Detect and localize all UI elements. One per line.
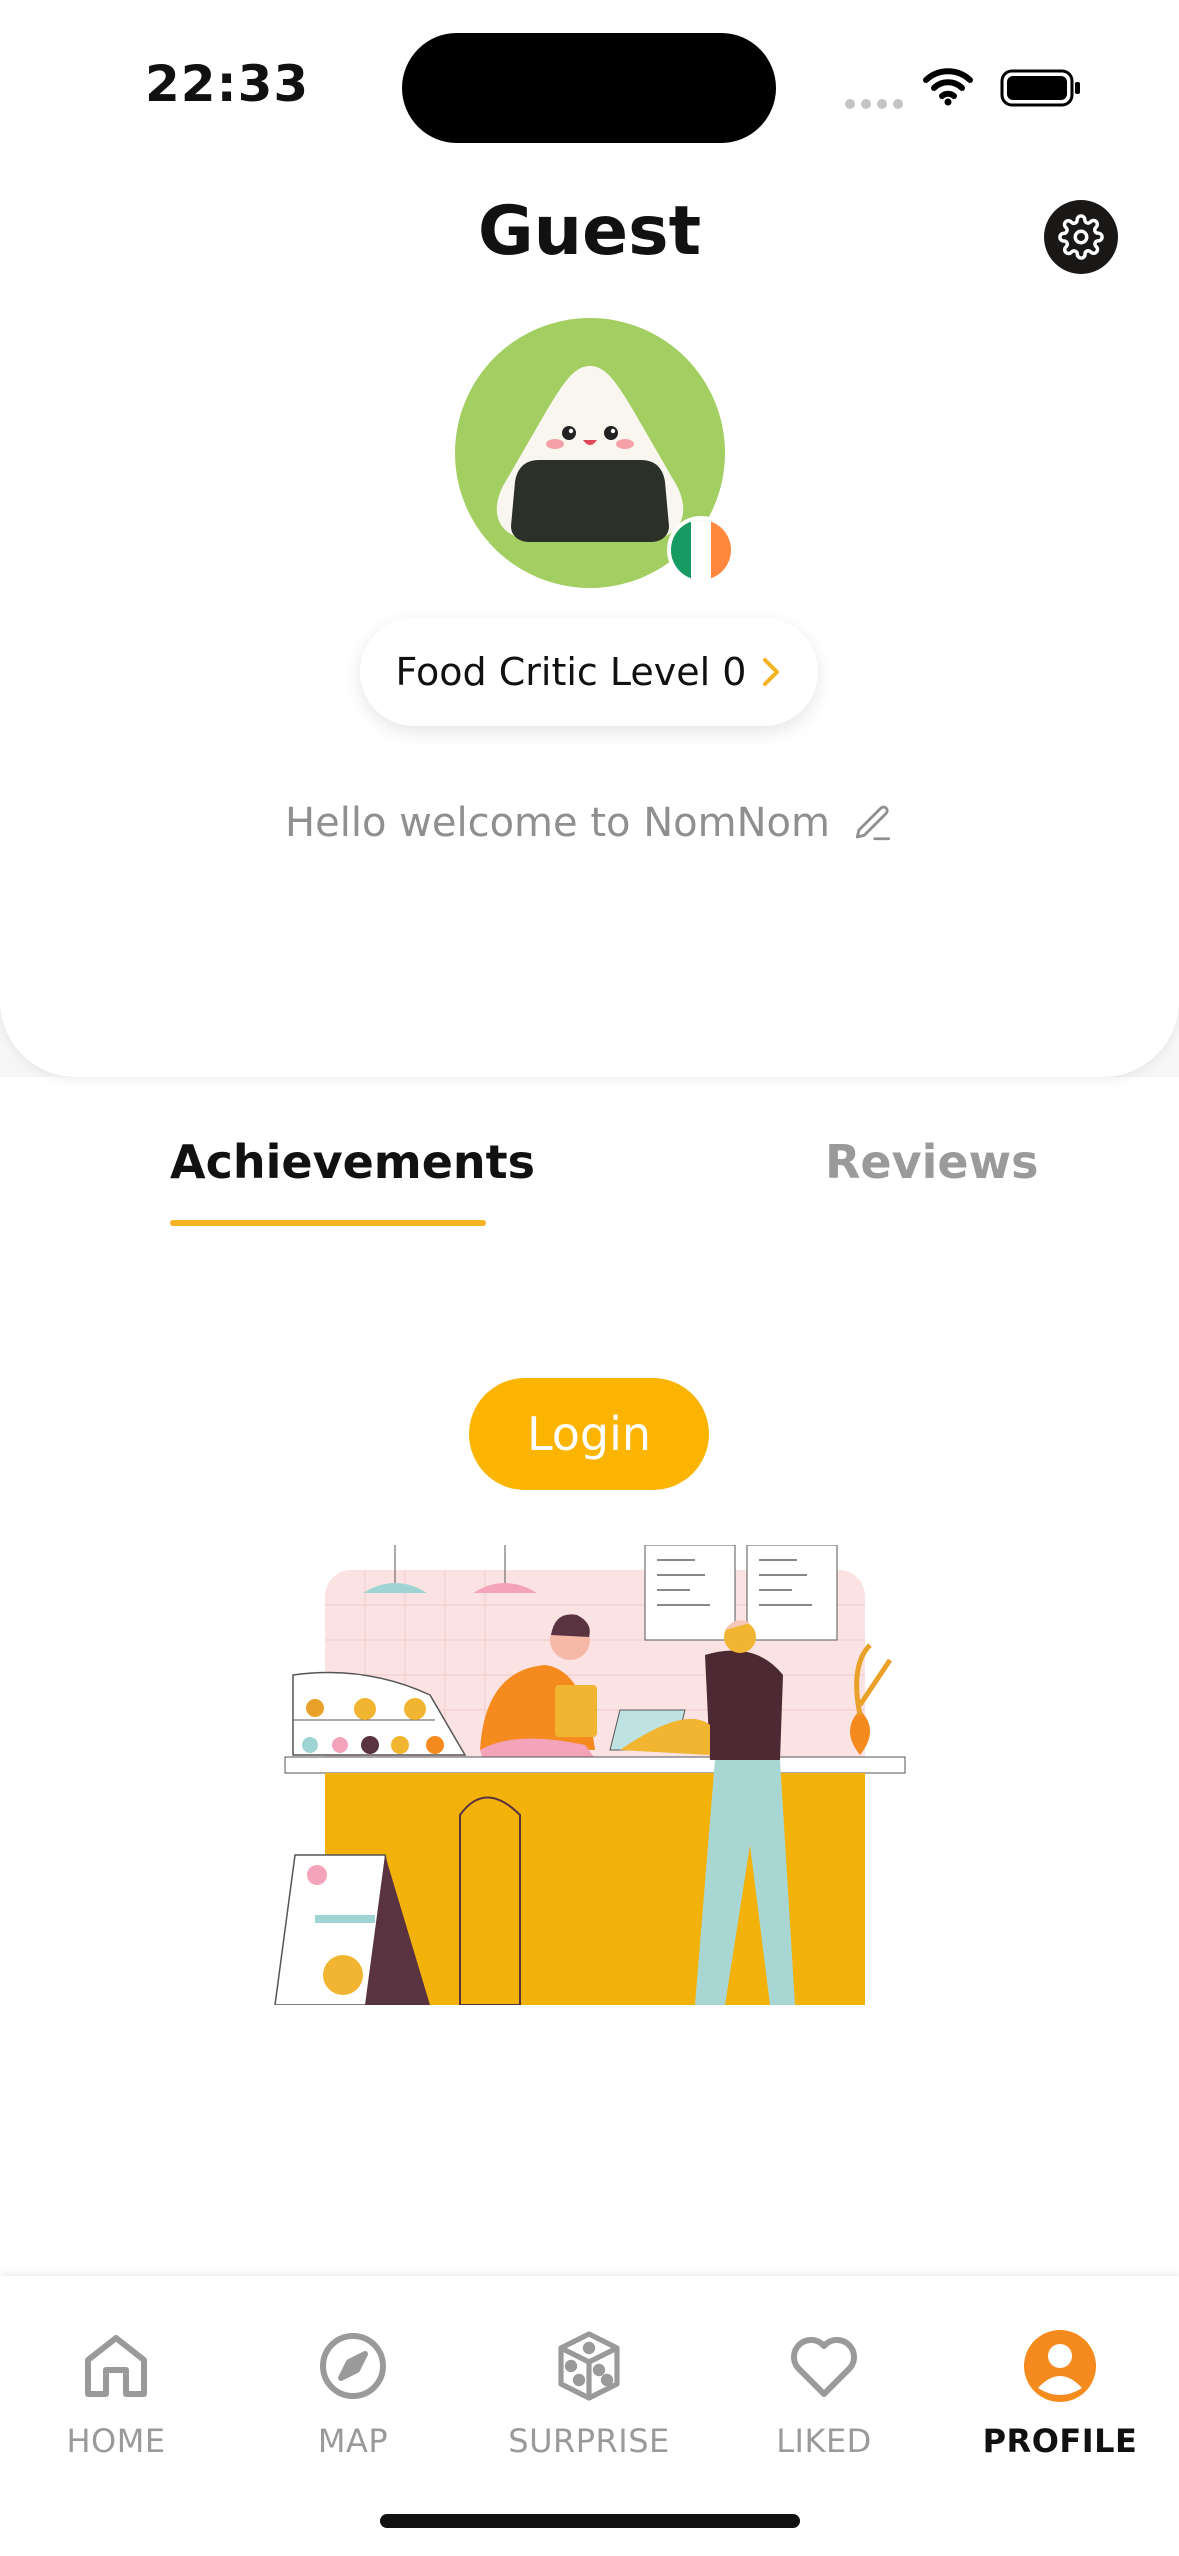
nav-map-label: MAP [317,2422,389,2460]
ireland-flag-icon [667,516,735,584]
home-icon [85,2335,147,2397]
active-tab-indicator [170,1220,486,1226]
flag-green-stripe [671,520,691,580]
chevron-right-icon [763,658,780,686]
gear-icon [1058,214,1104,260]
nav-surprise-label: SURPRISE [508,2422,670,2460]
food-critic-level-button[interactable]: Food Critic Level 0 [360,618,818,726]
cellular-signal-icon [845,94,909,113]
nav-liked[interactable]: LIKED [724,2326,924,2460]
profile-icon [1024,2330,1096,2402]
flag-white-stripe [691,520,711,580]
nav-liked-label: LIKED [776,2422,872,2460]
status-time: 22:33 [145,55,310,113]
battery-icon [1000,69,1080,107]
nav-home-label: HOME [66,2422,166,2460]
nav-surprise[interactable]: SURPRISE [489,2326,689,2460]
dynamic-island [402,33,776,143]
nav-map[interactable]: MAP [253,2326,453,2460]
dice-icon [558,2331,620,2401]
nav-profile-label: PROFILE [982,2422,1138,2460]
nav-profile[interactable]: PROFILE [960,2326,1160,2460]
heart-icon [791,2337,857,2397]
status-bar: 22:33 [0,0,1179,170]
tab-reviews[interactable]: Reviews [825,1135,1038,1189]
bio-text: Hello welcome to NomNom [285,800,830,846]
cafe-counter-illustration [274,1545,906,2005]
profile-name: Guest [477,192,702,271]
pencil-edit-icon[interactable] [852,802,894,844]
level-label: Food Critic Level 0 [395,650,747,694]
compass-icon [320,2333,386,2399]
wifi-icon [923,68,973,106]
flag-orange-stripe [711,520,731,580]
bio-row[interactable]: Hello welcome to NomNom [0,800,1179,846]
settings-button[interactable] [1044,200,1118,274]
home-indicator [380,2514,800,2528]
login-button[interactable]: Login [469,1378,709,1490]
nav-home[interactable]: HOME [16,2326,216,2460]
tab-achievements[interactable]: Achievements [170,1135,535,1189]
